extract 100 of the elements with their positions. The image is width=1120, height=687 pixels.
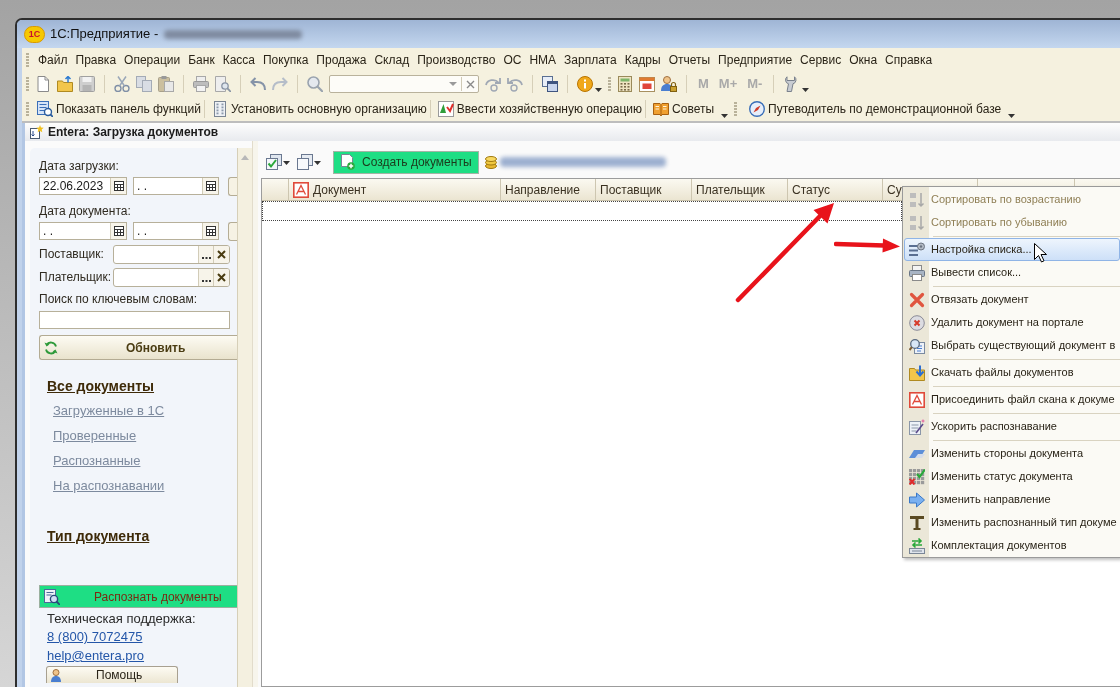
search-icon[interactable]	[307, 76, 323, 92]
toolbar-button[interactable]: Ввести хозяйственную операцию	[437, 99, 643, 119]
menu-item[interactable]: Настройка списка...	[904, 238, 1120, 261]
period-button[interactable]	[228, 176, 237, 196]
menu-item[interactable]: Отвязать документ	[904, 288, 1120, 311]
clear-button[interactable]	[213, 245, 229, 263]
menu-item[interactable]: Присоединить файл скана к докуме	[904, 388, 1120, 411]
toolbar-button[interactable]: Показать панель функций	[37, 99, 201, 119]
menu-bar-item[interactable]: Правка	[71, 50, 121, 69]
person-icon[interactable]	[51, 668, 64, 682]
column-header[interactable]: Направление	[505, 182, 580, 197]
menu-bar-item[interactable]: Отчеты	[664, 50, 715, 69]
folder-upload-icon[interactable]	[57, 76, 73, 92]
menu-item[interactable]: Ускорить распознавание	[904, 415, 1120, 438]
menu-item[interactable]: Комплектация документов	[904, 534, 1120, 557]
ellipsis-icon[interactable]	[201, 256, 211, 259]
new-document-icon[interactable]	[35, 76, 51, 92]
menu-bar-item[interactable]: НМА	[525, 50, 561, 69]
printer-icon[interactable]	[193, 76, 209, 92]
menu-item[interactable]: Вывести список...	[904, 261, 1120, 284]
column-header[interactable]: Статус	[792, 182, 830, 197]
menu-bar-item[interactable]: Предприятие	[714, 50, 797, 69]
checklist-icon[interactable]	[266, 154, 282, 170]
create-documents-button[interactable]: Создать документы	[333, 150, 479, 174]
clear-icon[interactable]	[217, 272, 226, 282]
select-field[interactable]	[113, 267, 230, 287]
caret-icon[interactable]	[802, 88, 810, 92]
save-icon[interactable]	[79, 76, 95, 92]
info-icon[interactable]	[577, 76, 593, 92]
caret-icon[interactable]	[595, 88, 602, 92]
coins-icon[interactable]	[485, 155, 497, 169]
menu-bar-item[interactable]: Кадры	[620, 50, 665, 69]
menu-bar-item[interactable]: Операции	[120, 50, 185, 69]
refresh-icon[interactable]	[44, 340, 58, 355]
menu-item[interactable]: Изменить распознанный тип докуме	[904, 511, 1120, 534]
section-link[interactable]: Все документы	[47, 377, 155, 395]
search-previous-icon[interactable]	[507, 76, 523, 92]
copy-icon[interactable]	[297, 154, 313, 170]
date-field[interactable]: . .	[39, 222, 127, 240]
email-link[interactable]: help@entera.pro	[47, 648, 145, 663]
menu-item[interactable]: Изменить статус документа	[904, 465, 1120, 488]
menu-item[interactable]: Выбрать существующий документ в	[904, 334, 1120, 357]
calendar-icon[interactable]	[113, 226, 124, 236]
phone-link[interactable]: 8 (800) 7072475	[47, 629, 143, 644]
caret-icon[interactable]	[721, 114, 729, 118]
menu-bar-item[interactable]: Покупка	[259, 50, 313, 69]
document-search-icon[interactable]	[44, 588, 60, 605]
menu-item[interactable]: Удалить документ на портале	[904, 311, 1120, 334]
date-field[interactable]: . .	[133, 222, 219, 240]
menu-bar-item[interactable]: Сервис	[796, 50, 846, 69]
menu-bar-item[interactable]: Касса	[218, 50, 259, 69]
caret-icon[interactable]	[1008, 114, 1016, 118]
windows-icon[interactable]	[542, 76, 558, 92]
date-field[interactable]: 22.06.2023	[39, 177, 127, 195]
document-add-icon[interactable]	[341, 154, 355, 170]
toolbar-button[interactable]: Советы	[653, 99, 729, 119]
refresh-button[interactable]: Обновить	[39, 335, 237, 360]
user-lock-icon[interactable]	[661, 76, 677, 92]
ellipsis-icon[interactable]	[201, 279, 211, 282]
column-header[interactable]: Су	[887, 182, 902, 197]
menu-bar-item[interactable]: ОС	[499, 50, 526, 69]
copy-icon[interactable]	[136, 76, 152, 92]
menu-item[interactable]: Изменить направление	[904, 488, 1120, 511]
menu-bar-item[interactable]: Склад	[370, 50, 414, 69]
scissors-icon[interactable]	[114, 76, 130, 92]
calendar-icon[interactable]	[205, 226, 216, 236]
menu-bar-item[interactable]: Продажа	[312, 50, 371, 69]
recognize-button[interactable]: Распознать документы	[39, 585, 237, 608]
column-header[interactable]: Плательщик	[696, 182, 765, 197]
pdf-icon[interactable]	[293, 181, 309, 198]
menu-bar-item[interactable]: Окна	[845, 50, 882, 69]
section-link[interactable]: Тип документа	[47, 527, 150, 545]
menu-bar-item[interactable]: Производство	[413, 50, 500, 69]
menu-item[interactable]: Скачать файлы документов	[904, 361, 1120, 384]
clear-button[interactable]	[213, 268, 229, 286]
undo-icon[interactable]	[250, 76, 266, 92]
select-button[interactable]	[198, 268, 213, 286]
menu-bar-item[interactable]: Справка	[881, 50, 937, 69]
calendar-icon[interactable]	[113, 181, 124, 191]
search-field[interactable]	[39, 311, 230, 329]
print-preview-icon[interactable]	[215, 76, 231, 92]
select-button[interactable]	[198, 245, 213, 263]
caret-icon[interactable]	[314, 161, 321, 165]
menu-item[interactable]: Изменить стороны документа	[904, 442, 1120, 465]
search-next-icon[interactable]	[485, 76, 501, 92]
clipboard-icon[interactable]	[158, 76, 174, 92]
calculator-icon[interactable]	[617, 76, 633, 92]
date-field[interactable]: . .	[133, 177, 219, 195]
vertical-scrollbar[interactable]	[237, 148, 252, 687]
menu-bar-item[interactable]: Файл	[34, 50, 72, 69]
column-header[interactable]: Поставщик	[600, 182, 662, 197]
column-header[interactable]: Документ	[313, 182, 367, 197]
calendar-icon[interactable]	[205, 181, 216, 191]
select-field[interactable]	[113, 244, 230, 264]
toolbar-button[interactable]: Установить основную организацию	[211, 99, 427, 119]
menu-bar-item[interactable]: Зарплата	[560, 50, 621, 69]
clear-icon[interactable]	[217, 249, 226, 259]
caret-icon[interactable]	[283, 161, 290, 165]
toolbar-button[interactable]: Путеводитель по демонстрационной базе	[749, 99, 1016, 119]
help-button[interactable]: Помощь	[46, 666, 178, 683]
